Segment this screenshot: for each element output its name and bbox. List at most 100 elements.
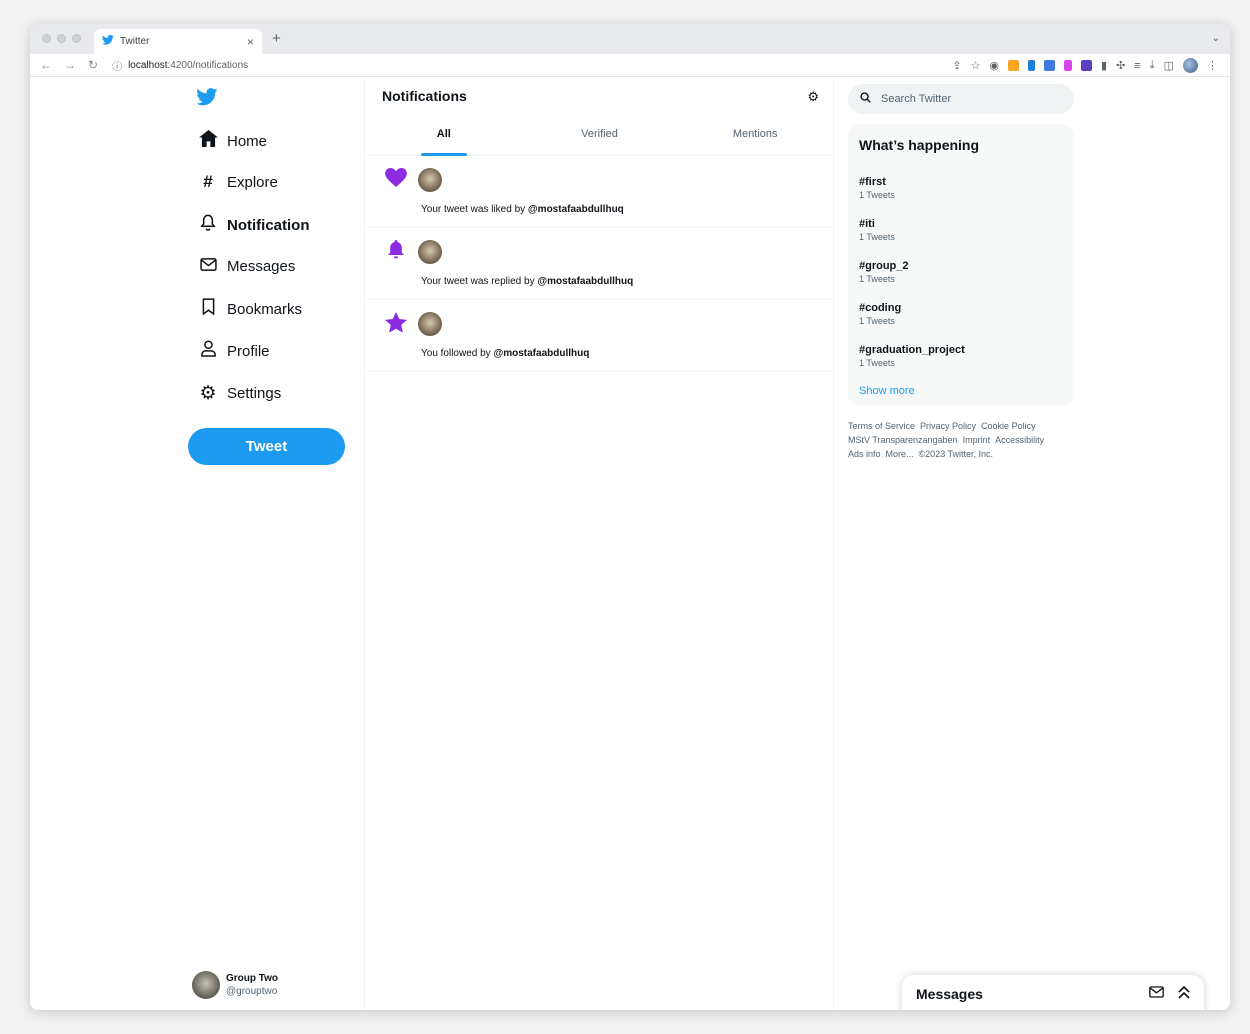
sidebar-item-notification[interactable]: Notification	[198, 214, 310, 236]
notification-user-link[interactable]: @mostafaabdullhuq	[528, 204, 624, 215]
info-icon[interactable]: ⓘ	[112, 58, 122, 73]
minimize-window-button[interactable]	[57, 34, 66, 43]
sidebar-item-label: Messages	[227, 257, 296, 275]
bell-icon	[384, 240, 408, 266]
trend-count: 1 Tweets	[859, 358, 895, 368]
notification-item[interactable]: Your tweet was liked by @mostafaabdullhu…	[366, 156, 833, 228]
heart-icon	[384, 168, 408, 193]
search-input[interactable]: Search Twitter	[848, 84, 1074, 114]
sidebar-item-explore[interactable]: # Explore	[198, 172, 278, 192]
avatar[interactable]	[418, 312, 442, 336]
browser-tab[interactable]: Twitter ×	[94, 29, 262, 54]
imprint-link[interactable]: Imprint	[963, 435, 991, 445]
profile-avatar-icon[interactable]	[1183, 58, 1198, 73]
notification-settings-gear-icon[interactable]: ⚙	[807, 89, 819, 105]
trash-extension-icon[interactable]: ▮	[1101, 59, 1107, 72]
close-tab-icon[interactable]: ×	[247, 35, 254, 49]
account-switcher[interactable]: Group Two @grouptwo	[192, 971, 278, 999]
extension-pink-icon[interactable]	[1064, 60, 1073, 71]
notification-text: Your tweet was liked by @mostafaabdullhu…	[421, 204, 624, 215]
sidebar-item-label: Bookmarks	[227, 300, 303, 318]
browser-menu-icon[interactable]: ⋮	[1207, 59, 1218, 72]
notification-message: You followed by	[421, 348, 494, 359]
sidebar-item-settings[interactable]: ⚙ Settings	[198, 382, 281, 405]
nav-buttons: ← → ↻	[40, 58, 98, 72]
extensions-puzzle-icon[interactable]: ✣	[1116, 59, 1125, 72]
copyright: ©2023 Twitter, Inc.	[918, 449, 994, 459]
accessibility-link[interactable]: Accessibility	[995, 435, 1044, 445]
new-tab-button[interactable]: +	[272, 30, 281, 47]
messages-drawer-title: Messages	[916, 986, 983, 1002]
sidebar-item-messages[interactable]: Messages	[198, 256, 295, 276]
person-icon	[198, 340, 218, 362]
forward-icon[interactable]: →	[64, 58, 76, 72]
tab-mentions[interactable]: Mentions	[677, 118, 833, 155]
side-panel-icon[interactable]: ◫	[1164, 59, 1174, 72]
browser-window: Twitter × + ⌄ ← → ↻ ⓘ localhost:4200/not…	[30, 24, 1230, 1010]
back-icon[interactable]: ←	[40, 58, 52, 72]
sidebar-item-bookmarks[interactable]: Bookmarks	[198, 298, 302, 320]
notification-user-link[interactable]: @mostafaabdullhuq	[493, 348, 589, 359]
extension-purple-icon[interactable]	[1081, 60, 1093, 71]
footer-links: Terms of Service Privacy Policy Cookie Pol…	[848, 419, 1074, 461]
trend-item[interactable]: #graduation_project 1 Tweets	[859, 344, 965, 368]
tab-verified[interactable]: Verified	[522, 118, 678, 155]
left-sidebar: Home # Explore Notification Messages Boo…	[30, 78, 365, 1010]
avatar	[192, 971, 220, 999]
terms-link[interactable]: Terms of Service	[848, 421, 915, 431]
extension-blue-icon[interactable]	[1028, 60, 1036, 71]
trend-item[interactable]: #iti 1 Tweets	[859, 218, 895, 242]
notification-tabs: All Verified Mentions	[366, 118, 833, 156]
trend-item[interactable]: #coding 1 Tweets	[859, 302, 901, 326]
new-message-icon[interactable]	[1149, 986, 1164, 1002]
star-icon	[384, 312, 408, 339]
tab-search-icon[interactable]: ⌄	[1212, 33, 1220, 44]
more-link[interactable]: More...	[886, 449, 914, 459]
search-placeholder: Search Twitter	[881, 93, 952, 105]
page-title: Notifications	[382, 88, 467, 104]
share-icon[interactable]: ⇪	[952, 59, 961, 72]
tab-strip: Twitter × + ⌄	[30, 24, 1230, 54]
search-icon	[860, 92, 871, 106]
trend-count: 1 Tweets	[859, 190, 895, 200]
notification-text: Your tweet was replied by @mostafaabdull…	[421, 276, 633, 287]
notification-item[interactable]: Your tweet was replied by @mostafaabdull…	[366, 228, 833, 300]
camera-extension-icon[interactable]: ◉	[989, 59, 999, 72]
notification-user-link[interactable]: @mostafaabdullhuq	[537, 276, 633, 287]
envelope-icon	[198, 256, 218, 276]
bookmark-star-icon[interactable]: ☆	[971, 59, 981, 72]
tweet-button[interactable]: Tweet	[188, 428, 345, 465]
close-window-button[interactable]	[42, 34, 51, 43]
trend-item[interactable]: #first 1 Tweets	[859, 176, 895, 200]
reload-icon[interactable]: ↻	[88, 58, 98, 72]
expand-chevron-up-icon[interactable]	[1178, 985, 1190, 1002]
notification-message: Your tweet was liked by	[421, 204, 528, 215]
extension-translate-icon[interactable]	[1044, 60, 1056, 71]
ads-info-link[interactable]: Ads info	[848, 449, 881, 459]
sidebar-item-home[interactable]: Home	[198, 130, 267, 152]
mstv-link[interactable]: MStV Transparenzangaben	[848, 435, 958, 445]
messages-drawer[interactable]: Messages	[902, 975, 1204, 1010]
download-icon[interactable]: ⤓	[1150, 59, 1155, 72]
avatar[interactable]	[418, 240, 442, 264]
address-bar[interactable]: ⓘ localhost:4200/notifications	[112, 57, 472, 74]
main-column: Notifications ⚙ All Verified Mentions Yo…	[366, 78, 834, 1010]
show-more-link[interactable]: Show more	[859, 385, 915, 397]
twitter-logo-icon[interactable]	[196, 86, 218, 112]
reading-list-icon[interactable]: ≡	[1134, 60, 1140, 72]
app-content: Home # Explore Notification Messages Boo…	[30, 78, 1230, 1010]
notification-item[interactable]: You followed by @mostafaabdullhuq	[366, 300, 833, 372]
privacy-link[interactable]: Privacy Policy	[920, 421, 976, 431]
maximize-window-button[interactable]	[72, 34, 81, 43]
tab-all[interactable]: All	[366, 118, 522, 155]
notification-text: You followed by @mostafaabdullhuq	[421, 348, 589, 359]
account-handle: @grouptwo	[226, 986, 278, 997]
trend-name: #iti	[859, 218, 875, 230]
trends-panel: What’s happening #first 1 Tweets #iti 1 …	[848, 124, 1074, 406]
trend-item[interactable]: #group_2 1 Tweets	[859, 260, 909, 284]
avatar[interactable]	[418, 168, 442, 192]
browser-toolbar: ← → ↻ ⓘ localhost:4200/notifications ⇪ ☆…	[30, 54, 1230, 77]
cookie-link[interactable]: Cookie Policy	[981, 421, 1036, 431]
sidebar-item-profile[interactable]: Profile	[198, 340, 270, 362]
extension-orange-icon[interactable]	[1008, 60, 1020, 71]
